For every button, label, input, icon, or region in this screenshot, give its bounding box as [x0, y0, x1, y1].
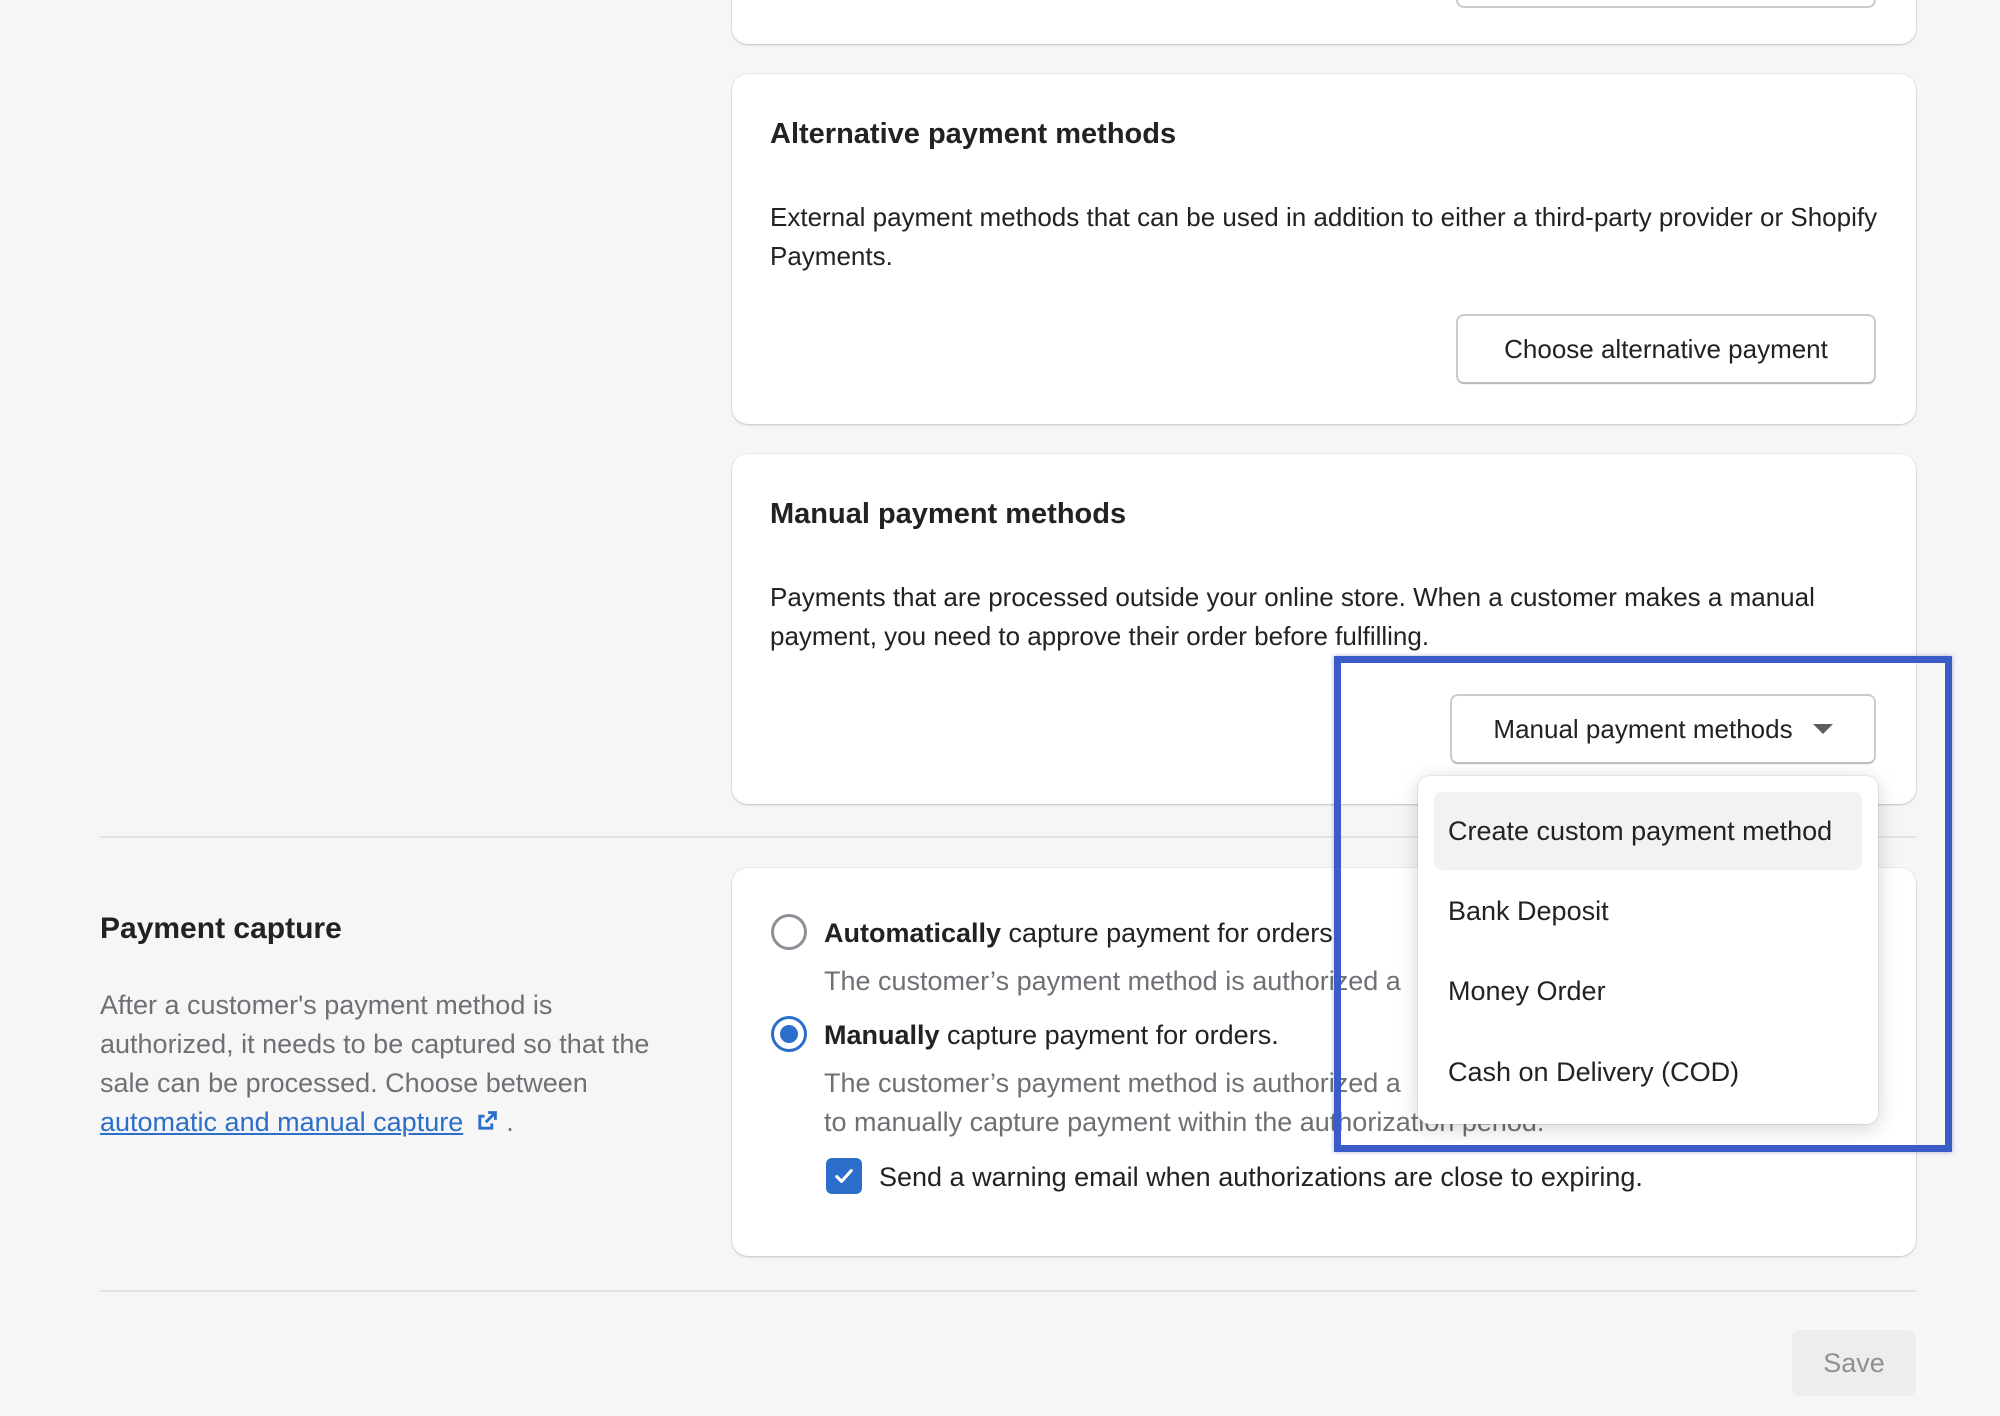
- external-link-icon[interactable]: [475, 1109, 499, 1133]
- previous-card-button-edge[interactable]: [1456, 0, 1876, 8]
- link-suffix: .: [506, 1107, 514, 1137]
- manual-payment-description: Payments that are processed outside your…: [770, 582, 1815, 651]
- manual-payment-methods-button[interactable]: Manual payment methods: [1450, 694, 1876, 764]
- manual-capture-help-line1: The customer’s payment method is authori…: [824, 1068, 1401, 1098]
- manual-payment-methods-button-label: Manual payment methods: [1493, 713, 1793, 744]
- automatic-capture-radio[interactable]: [771, 914, 807, 950]
- automatic-manual-capture-link-text: automatic and manual capture: [100, 1107, 464, 1137]
- dropdown-item-money-order[interactable]: Money Order: [1434, 952, 1862, 1030]
- alternative-payment-description: External payment methods that can be use…: [770, 202, 1878, 271]
- manual-capture-label[interactable]: Manually capture payment for orders.: [824, 1020, 1279, 1051]
- warning-email-checkbox[interactable]: [826, 1158, 862, 1194]
- dropdown-item-bank-deposit[interactable]: Bank Deposit: [1434, 872, 1862, 950]
- manual-payment-methods-dropdown: Create custom payment method Bank Deposi…: [1418, 776, 1878, 1124]
- automatic-capture-label[interactable]: Automatically capture payment for orders…: [824, 918, 1340, 949]
- warning-email-label[interactable]: Send a warning email when authorizations…: [879, 1162, 1643, 1193]
- alternative-payment-card: Alternative payment methods External pay…: [732, 74, 1916, 424]
- dropdown-item-cod[interactable]: Cash on Delivery (COD): [1434, 1033, 1862, 1111]
- automatic-manual-capture-link[interactable]: automatic and manual capture: [100, 1107, 463, 1137]
- choose-alternative-payment-button[interactable]: Choose alternative payment: [1456, 314, 1876, 384]
- automatic-capture-help: The customer’s payment method is authori…: [824, 966, 1401, 996]
- manual-capture-radio[interactable]: [771, 1016, 807, 1052]
- alternative-payment-title: Alternative payment methods: [770, 118, 1177, 150]
- footer-divider: [100, 1290, 1916, 1292]
- dropdown-item-create-custom[interactable]: Create custom payment method: [1434, 792, 1862, 870]
- manual-payment-card: Manual payment methods Payments that are…: [732, 454, 1916, 804]
- payment-capture-description-text: After a customer's payment method is aut…: [100, 990, 650, 1098]
- manual-capture-label-rest: capture payment for orders.: [939, 1020, 1279, 1050]
- caret-down-icon: [1812, 724, 1833, 734]
- manual-capture-label-bold: Manually: [824, 1020, 940, 1050]
- previous-card: [732, 0, 1916, 44]
- payment-capture-description: After a customer's payment method is aut…: [100, 986, 660, 1142]
- checkmark-icon: [835, 1169, 853, 1183]
- manual-payment-title: Manual payment methods: [770, 498, 1127, 530]
- save-button[interactable]: Save: [1792, 1330, 1916, 1396]
- payment-capture-title: Payment capture: [100, 912, 342, 945]
- automatic-capture-label-bold: Automatically: [824, 918, 1002, 948]
- automatic-capture-label-rest: capture payment for orders.: [1001, 918, 1341, 948]
